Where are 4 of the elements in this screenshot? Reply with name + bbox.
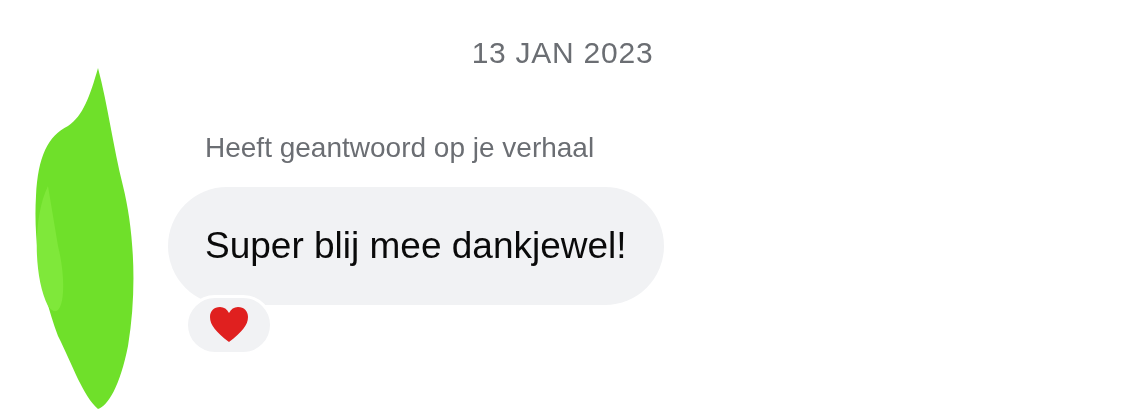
reply-context: Heeft geantwoord op je verhaal bbox=[205, 131, 595, 165]
heart-icon bbox=[208, 306, 250, 344]
date-separator: 13 JAN 2023 bbox=[471, 35, 654, 71]
message-bubble: Super blij mee dankjewel! bbox=[168, 187, 664, 305]
